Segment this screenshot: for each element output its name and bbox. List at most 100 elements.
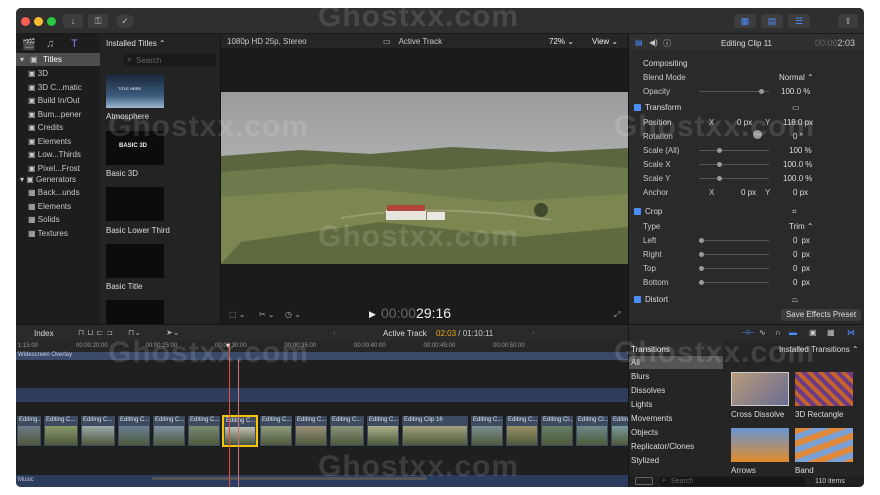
zoom-dropdown[interactable]: 72% ⌄ <box>549 37 574 46</box>
transform-checkbox[interactable] <box>634 104 641 111</box>
timeline-ruler[interactable]: 1:15:00 00:00:20:00 00:00:25:00 00:00:30:00… <box>16 341 628 352</box>
retime-tool-icon[interactable]: ◷ ⌄ <box>285 310 301 319</box>
scale-x-slider[interactable] <box>699 162 769 167</box>
audio-skimming-icon[interactable]: ∿ <box>759 328 766 337</box>
rotation-field[interactable]: 0 ° <box>793 132 803 141</box>
timeline-clip[interactable]: Editing C... <box>505 415 539 447</box>
history-back-icon[interactable]: ‹ <box>333 328 336 337</box>
scale-x-knob[interactable] <box>717 162 722 167</box>
crop-right-slider[interactable] <box>699 252 769 257</box>
timeline-layout-icon[interactable]: ▤ <box>761 14 783 28</box>
clip-appearance-icon[interactable]: ⊣⊢ <box>741 328 755 337</box>
generator-category-item[interactable]: ▦ Solids <box>28 215 60 224</box>
basic-lower-third-thumbnail[interactable] <box>106 187 164 221</box>
installed-titles-dropdown[interactable]: Installed Titles ⌃ <box>106 39 166 48</box>
zoom-window-button[interactable] <box>47 17 56 26</box>
crop-left-field[interactable]: 0 px <box>793 236 810 245</box>
band-thumbnail[interactable] <box>795 428 853 462</box>
opacity-knob[interactable] <box>759 89 764 94</box>
crop-section[interactable]: Crop <box>645 207 662 216</box>
timeline-clip[interactable]: Editing C... <box>366 415 400 447</box>
title-category-item[interactable]: ▣ Bum...pener <box>28 110 81 119</box>
timeline-clip[interactable]: Editing... <box>16 415 42 447</box>
edit-mode-icons[interactable]: ⊓⊔⊏⊐ <box>78 328 116 337</box>
title-category-item[interactable]: ▣ Pixel...Frost <box>28 164 80 173</box>
atmosphere-thumbnail[interactable]: TITLE HERE <box>106 74 164 108</box>
minimize-window-button[interactable] <box>34 17 43 26</box>
title-category-item[interactable]: ▣ Credits <box>28 123 63 132</box>
timeline-clip[interactable]: Editing Clip 16 <box>401 415 469 447</box>
title-category-item[interactable]: ▣ 3D C...matic <box>28 83 82 92</box>
photo-browser-icon[interactable]: ▦ <box>827 328 835 337</box>
index-button[interactable]: Index <box>34 329 54 338</box>
rotation-dial[interactable] <box>753 130 762 139</box>
select-tool-icon[interactable]: ➤⌄ <box>166 328 179 337</box>
transition-category-item[interactable]: Dissolves <box>629 384 723 397</box>
scale-y-field[interactable]: 100.0 % <box>783 174 812 183</box>
transition-category-item[interactable]: All <box>629 356 723 369</box>
timeline-scrollbar[interactable] <box>152 477 427 480</box>
import-icon[interactable]: ↓ <box>63 14 83 28</box>
scale-all-knob[interactable] <box>717 148 722 153</box>
crop-top-field[interactable]: 0 px <box>793 264 810 273</box>
transition-category-item[interactable]: Stylized <box>629 454 723 467</box>
scale-all-slider[interactable] <box>699 148 769 153</box>
transform-onscreen-icon[interactable]: ▭ <box>792 103 800 112</box>
crop-bottom-field[interactable]: 0 px <box>793 278 810 287</box>
opacity-slider[interactable] <box>699 89 769 94</box>
distort-checkbox[interactable] <box>634 296 641 303</box>
scale-x-field[interactable]: 100.0 % <box>783 160 812 169</box>
blend-mode-dropdown[interactable]: Normal ⌃ <box>779 73 814 82</box>
timeline-clip[interactable]: Editing C... <box>117 415 151 447</box>
scale-y-slider[interactable] <box>699 176 769 181</box>
timeline-clip[interactable]: Editing Cl... <box>575 415 609 447</box>
playhead-handle[interactable]: ▾ <box>226 341 230 350</box>
timeline-clip[interactable]: Editing C... <box>80 415 116 447</box>
fullscreen-icon[interactable]: ⤢ <box>614 310 620 320</box>
timeline-clip[interactable]: Editing C... <box>329 415 365 447</box>
generator-category-item[interactable]: ▦ Back...unds <box>28 188 80 197</box>
position-x-field[interactable]: 0 px <box>737 118 752 127</box>
timeline-clip[interactable]: Editing Cl... <box>540 415 574 447</box>
arrows-thumbnail[interactable] <box>731 428 789 462</box>
title-category-item[interactable]: ▣ Elements <box>28 137 71 146</box>
crop-checkbox[interactable] <box>634 208 641 215</box>
generator-category-item[interactable]: ▦ Textures <box>28 229 68 238</box>
view-dropdown[interactable]: View ⌄ <box>592 37 618 46</box>
next-title-thumbnail[interactable] <box>106 300 164 324</box>
titles-generators-icon[interactable]: T <box>71 38 78 50</box>
share-icon[interactable]: ⇪ <box>838 14 858 28</box>
anchor-y-field[interactable]: 0 px <box>793 188 808 197</box>
transition-category-item[interactable]: Movements <box>629 412 723 425</box>
timeline-clip[interactable]: Editing C... <box>222 415 258 447</box>
timeline-clip[interactable]: Editing C... <box>294 415 328 447</box>
photos-icon[interactable]: ♫ <box>46 38 54 50</box>
video-inspector-icon[interactable]: ▤ <box>635 38 643 47</box>
transition-category-item[interactable]: Objects <box>629 426 723 439</box>
background-tasks-icon[interactable]: ✓ <box>116 14 134 28</box>
generators-category[interactable]: ▾ ▣ Generators <box>20 175 76 184</box>
play-button[interactable]: ▶ <box>369 309 376 320</box>
browser-layout-icon[interactable]: ▦ <box>734 14 756 28</box>
timeline-clip[interactable]: Editing C... <box>152 415 186 447</box>
crop-right-field[interactable]: 0 px <box>793 250 810 259</box>
timeline-clip[interactable]: Editing C... <box>470 415 504 447</box>
crop-left-knob[interactable] <box>699 238 704 243</box>
cross-dissolve-thumbnail[interactable] <box>731 372 789 406</box>
keywords-icon[interactable]: ⚿ <box>88 14 108 28</box>
effects-browser-icon[interactable]: ▣ <box>809 328 817 337</box>
crop-bottom-slider[interactable] <box>699 280 769 285</box>
transition-category-item[interactable]: Blurs <box>629 370 723 383</box>
crop-bottom-knob[interactable] <box>699 280 704 285</box>
connected-title-lane[interactable] <box>16 388 628 402</box>
distort-section[interactable]: Distort <box>645 295 668 304</box>
compositing-section[interactable]: Compositing <box>643 59 687 68</box>
hide-sidebar-icon[interactable] <box>635 477 653 485</box>
timeline-clip[interactable]: Editing C... <box>259 415 293 447</box>
title-category-item[interactable]: ▣ Build In/Out <box>28 96 80 105</box>
transition-category-item[interactable]: Lights <box>629 398 723 411</box>
crop-left-slider[interactable] <box>699 238 769 243</box>
media-icon[interactable]: 🎬 <box>22 38 36 51</box>
crop-onscreen-icon[interactable]: ⌗ <box>792 207 797 217</box>
generator-category-item[interactable]: ▦ Elements <box>28 202 71 211</box>
